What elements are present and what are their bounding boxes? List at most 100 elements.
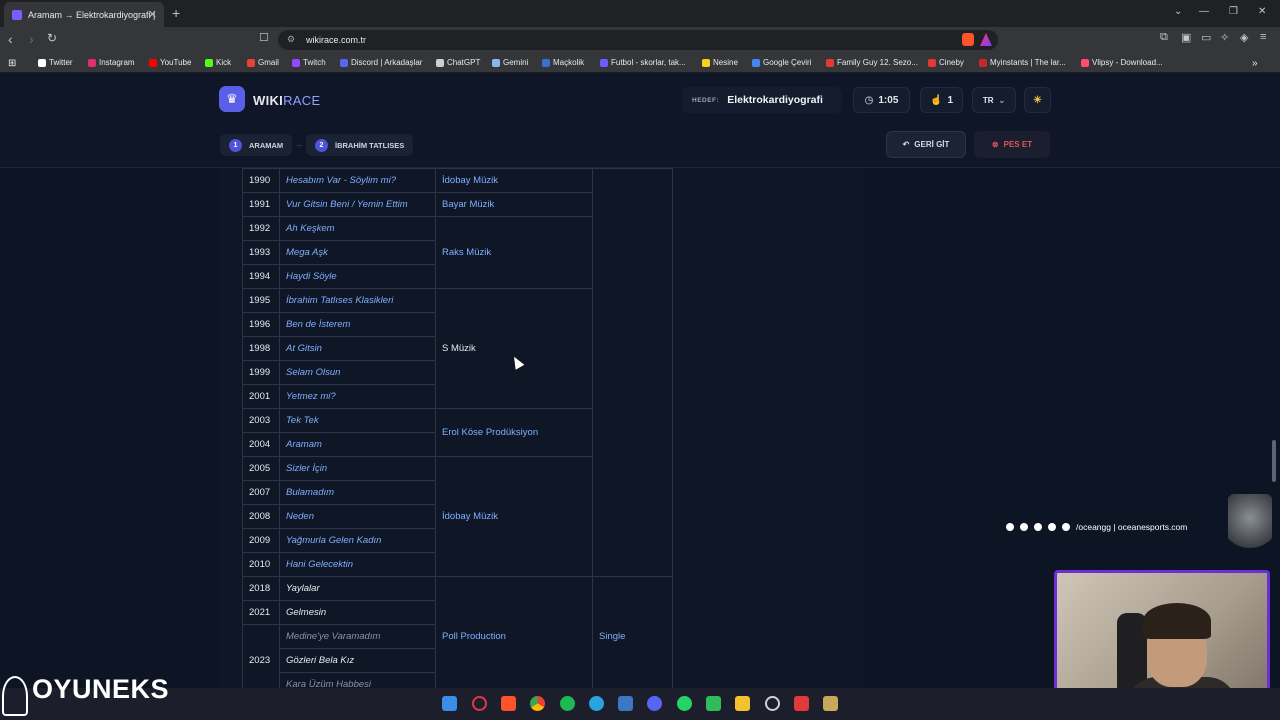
vpn-icon[interactable]: ◈ (1240, 31, 1248, 44)
mail-icon[interactable] (618, 696, 633, 711)
bookmark-twitter[interactable]: Twitter (38, 58, 73, 67)
bookmark-myinstants[interactable]: Myinstants | The lar... (979, 58, 1066, 67)
album-link[interactable]: Hani Gelecektin (279, 552, 436, 577)
site-info-icon[interactable]: ⚙ (287, 34, 295, 45)
brave-icon[interactable] (501, 696, 516, 711)
discord-icon[interactable] (647, 696, 662, 711)
wallet-icon[interactable]: ▭ (1201, 31, 1211, 44)
browser-tab[interactable]: Aramam → Elektrokardiyografi | ✕ (4, 2, 164, 27)
brave-shield-icon[interactable] (962, 33, 974, 46)
minimize-icon[interactable]: — (1199, 6, 1209, 17)
album-link[interactable]: Ah Keşkem (279, 216, 436, 241)
bookmark-gmail[interactable]: Gmail (247, 58, 279, 67)
give-up-button[interactable]: ⊗ PES ET (974, 131, 1050, 158)
bookmark-google-translate[interactable]: Google Çeviri (752, 58, 811, 67)
bookmark-nesine[interactable]: Nesine (702, 58, 738, 67)
bookmark-twitch[interactable]: Twitch (292, 58, 326, 67)
label-link[interactable]: İdobay Müzik (435, 456, 593, 577)
crumb-ibrahim-tatlises[interactable]: 2 İBRAHİM TATLISES (306, 134, 414, 156)
url-field[interactable]: ⚙ wikirace.com.tr (278, 30, 998, 50)
album-link[interactable]: Aramam (279, 432, 436, 457)
label-link[interactable]: Bayar Müzik (435, 192, 593, 217)
forward-nav-icon[interactable]: › (29, 31, 34, 47)
year-cell: 1994 (242, 264, 280, 289)
label-link[interactable]: Raks Müzik (435, 216, 593, 289)
album-link[interactable]: Neden (279, 504, 436, 529)
album-link[interactable]: Haydi Söyle (279, 264, 436, 289)
language-select[interactable]: TR ⌄ (972, 87, 1016, 113)
wechat-icon[interactable] (706, 696, 721, 711)
discography-table: 1990 Hesabım Var - Söylim mi? İdobay Müzik… (242, 168, 673, 688)
song-title: Medine'ye Varamadım (279, 624, 436, 649)
bookmark-mackolik[interactable]: Maçkolik (542, 58, 584, 67)
file-explorer-icon[interactable] (735, 696, 750, 711)
album-link[interactable]: Ben de İsterem (279, 312, 436, 337)
bookmark-youtube[interactable]: YouTube (149, 58, 191, 67)
year-cell: 2009 (242, 528, 280, 553)
label-link[interactable]: Poll Production (435, 576, 593, 688)
album-link[interactable]: Mega Aşk (279, 240, 436, 265)
label-link[interactable]: Erol Köse Prodüksiyon (435, 408, 593, 457)
tab-search-icon[interactable]: ⌄ (1174, 6, 1182, 17)
album-link[interactable]: Vur Gitsin Beni / Yemin Ettim (279, 192, 436, 217)
album-link[interactable]: Hesabım Var - Söylim mi? (279, 168, 436, 193)
apps-icon[interactable]: ⊞ (8, 58, 16, 69)
bookmark-kick[interactable]: Kick (205, 58, 231, 67)
close-tab-icon[interactable]: ✕ (148, 8, 157, 21)
chrome-icon[interactable] (530, 696, 545, 711)
bookmark-discord[interactable]: Discord | Arkadaşlar (340, 58, 422, 67)
bookmark-gemini[interactable]: Gemini (492, 58, 528, 67)
maximize-icon[interactable]: ❐ (1229, 6, 1238, 17)
album-link[interactable]: Sizler İçin (279, 456, 436, 481)
back-nav-icon[interactable]: ‹ (8, 31, 13, 47)
app-icon[interactable] (794, 696, 809, 711)
oyuneks-watermark: OYUNEKS (32, 674, 170, 704)
back-button[interactable]: ↶ GERİ GİT (886, 131, 966, 158)
windows-start-icon[interactable] (442, 696, 457, 711)
tab-title: Aramam → Elektrokardiyografi | (28, 9, 156, 20)
brave-rewards-icon[interactable] (980, 33, 992, 46)
league-icon[interactable] (823, 696, 838, 711)
reload-icon[interactable]: ↻ (47, 31, 57, 45)
social-handle: /oceangg | oceanesports.com (1076, 522, 1188, 532)
spotify-icon[interactable] (560, 696, 575, 711)
scrollbar-thumb[interactable] (1272, 440, 1276, 482)
social-icon (1020, 523, 1028, 531)
gemini-icon (492, 58, 500, 67)
site-logo[interactable]: WIKIRACE (253, 93, 320, 108)
trophy-icon[interactable]: ♛ (219, 86, 245, 112)
whatsapp-icon[interactable] (677, 696, 692, 711)
album-link[interactable]: İbrahim Tatlıses Klasikleri (279, 288, 436, 313)
bookmark-icon[interactable]: ☐ (259, 31, 269, 44)
close-window-icon[interactable]: ✕ (1258, 6, 1266, 17)
opera-icon[interactable] (472, 696, 487, 711)
bookmark-vlipsy[interactable]: Vlipsy - Download... (1081, 58, 1163, 67)
sidebar-icon[interactable]: ▣ (1181, 31, 1191, 44)
album-link[interactable]: Tek Tek (279, 408, 436, 433)
click-counter: ☝ 1 (920, 87, 963, 113)
empty-cell (592, 168, 673, 577)
crumb-aramam[interactable]: 1 ARAMAM (220, 134, 293, 156)
label-link[interactable]: İdobay Müzik (435, 168, 593, 193)
album-link[interactable]: Bulamadım (279, 480, 436, 505)
leo-ai-icon[interactable]: ✧ (1220, 31, 1229, 44)
album-link[interactable]: Yetmez mi? (279, 384, 436, 409)
album-link[interactable]: Selam Olsun (279, 360, 436, 385)
url-text: wikirace.com.tr (306, 35, 367, 45)
theme-toggle-sun-icon[interactable]: ☀ (1024, 87, 1051, 113)
bookmark-cineby[interactable]: Cineby (928, 58, 964, 67)
bookmark-futbol[interactable]: Futbol - skorlar, tak... (600, 58, 686, 67)
extensions-icon[interactable]: ⧉ (1160, 31, 1168, 44)
new-tab-icon[interactable]: + (172, 5, 180, 21)
bookmark-instagram[interactable]: Instagram (88, 58, 135, 67)
steam-icon[interactable] (765, 696, 780, 711)
bookmark-chatgpt[interactable]: ChatGPT (436, 58, 480, 67)
table-row: 1990 Hesabım Var - Söylim mi? İdobay Müzik (242, 168, 673, 577)
telegram-icon[interactable] (589, 696, 604, 711)
album-link[interactable]: At Gitsin (279, 336, 436, 361)
more-bookmarks-icon[interactable]: » (1252, 58, 1258, 69)
album-link[interactable]: Yağmurla Gelen Kadın (279, 528, 436, 553)
bookmark-family-guy[interactable]: Family Guy 12. Sezo... (826, 58, 918, 67)
menu-icon[interactable]: ≡ (1260, 31, 1266, 43)
format-link[interactable]: Single (592, 576, 673, 688)
